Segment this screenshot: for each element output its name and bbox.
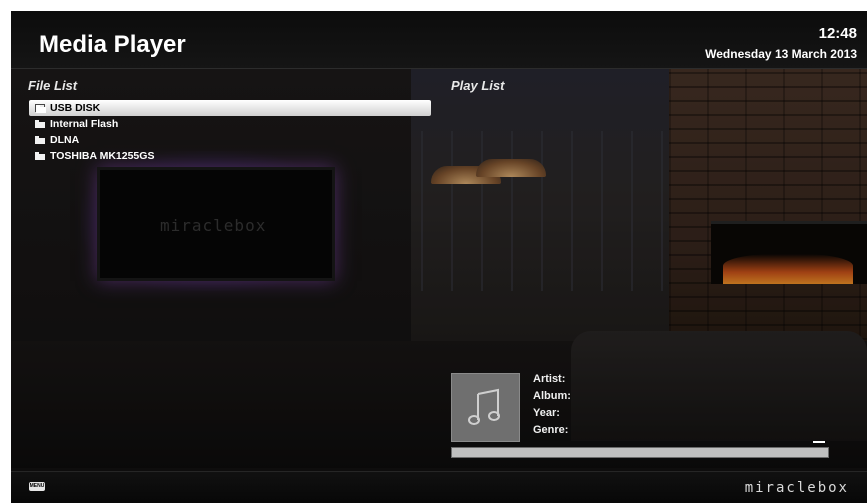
album-label: Album: (533, 390, 571, 402)
progress-marker (813, 441, 825, 443)
footer-bar: MENU miraclebox (11, 471, 867, 503)
file-list-item-internal-flash[interactable]: Internal Flash (29, 116, 431, 132)
folder-icon (35, 136, 45, 144)
year-label: Year: (533, 407, 560, 419)
file-list-item-label: DLNA (50, 134, 80, 146)
media-player-screen: miraclebox Media Player 12:48 Wednesday … (11, 11, 867, 503)
folder-icon (35, 120, 45, 128)
file-list-item-label: TOSHIBA MK1255GS (50, 150, 155, 162)
artist-label: Artist: (533, 373, 566, 385)
play-list-title: Play List (451, 78, 505, 93)
file-list-item-usb-disk[interactable]: USB DISK (29, 100, 431, 116)
file-list-item-label: USB DISK (50, 102, 101, 114)
file-list-item-dlna[interactable]: DLNA (29, 132, 431, 148)
file-list-title: File List (28, 78, 78, 93)
clock-date: Wednesday 13 March 2013 (705, 47, 857, 61)
file-list-item-toshiba[interactable]: TOSHIBA MK1255GS (29, 148, 431, 164)
music-note-icon (467, 388, 500, 425)
progress-bar[interactable] (451, 447, 829, 458)
page-title: Media Player (39, 31, 186, 58)
file-list: USB DISK Internal Flash DLNA TOSHIBA MK1… (29, 100, 431, 164)
menu-button[interactable]: MENU (29, 482, 45, 491)
folder-open-icon (35, 104, 46, 113)
genre-label: Genre: (533, 424, 569, 436)
clock-time: 12:48 (818, 25, 857, 42)
folder-icon (35, 152, 45, 160)
album-art (451, 373, 520, 442)
header-bar: Media Player 12:48 Wednesday 13 March 20… (11, 11, 867, 69)
brand-logo: miraclebox (744, 480, 849, 496)
file-list-item-label: Internal Flash (50, 118, 119, 130)
play-list[interactable] (451, 98, 851, 358)
